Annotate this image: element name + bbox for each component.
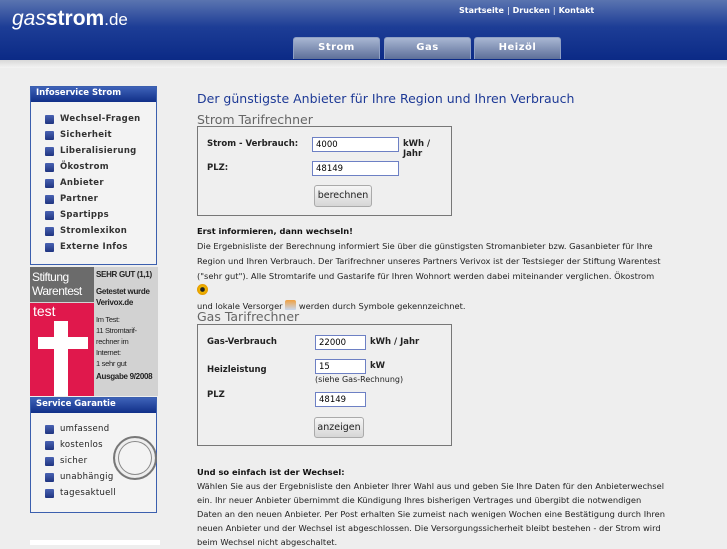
wechsel-text: Wählen Sie aus der Ergebnisliste den Anb… xyxy=(197,481,666,547)
anzeigen-button[interactable]: anzeigen xyxy=(314,417,364,438)
wechsel-section: Und so einfach ist der Wechsel: Wählen S… xyxy=(197,465,667,549)
warentest-detail-line: Im Test: xyxy=(96,315,120,324)
strom-verbrauch-input[interactable] xyxy=(312,137,399,152)
sidebar-item-label: Partner xyxy=(60,194,99,204)
service-garantie-box: Service Garantie umfassend kostenlos siche… xyxy=(30,397,157,513)
sidebar-item[interactable]: Externe Infos xyxy=(31,239,156,255)
bullet-icon xyxy=(45,146,54,156)
gas-plz-label: PLZ xyxy=(207,390,225,400)
bottom-banner xyxy=(30,540,160,545)
bullet-icon xyxy=(45,456,54,466)
oekostrom-sun-icon xyxy=(197,284,208,295)
bullet-icon xyxy=(45,440,54,450)
strom-plz-label: PLZ: xyxy=(207,163,229,173)
garantie-item-label: tagesaktuell xyxy=(60,488,116,498)
logo-tld: .de xyxy=(104,10,128,29)
garantie-stamp-icon xyxy=(113,436,157,480)
bullet-icon xyxy=(45,210,54,220)
strom-verbrauch-label: Strom - Verbrauch: xyxy=(207,139,299,149)
bullet-icon xyxy=(45,488,54,498)
garantie-title: Service Garantie xyxy=(31,398,156,413)
sidebar-item[interactable]: Spartipps xyxy=(31,207,156,223)
warentest-details: SEHR GUT (1,1) Getestet wurde Verivox.de… xyxy=(96,269,158,382)
sidebar-item-label: Stromlexikon xyxy=(60,226,128,236)
sidebar-item-label: Wechsel-Fragen xyxy=(60,114,141,124)
link-drucken[interactable]: Drucken xyxy=(513,6,550,15)
heizleistung-label: Heizleistung xyxy=(207,365,267,375)
sidebar-item-label: Ökostrom xyxy=(60,162,109,172)
garantie-item-label: sicher xyxy=(60,456,88,466)
garantie-item-label: kostenlos xyxy=(60,440,103,450)
bullet-icon xyxy=(45,130,54,140)
bullet-icon xyxy=(45,162,54,172)
warentest-brand: Stiftung Warentest xyxy=(30,267,94,302)
sidebar-item[interactable]: Stromlexikon xyxy=(31,223,156,239)
warentest-detail-line: Internet: xyxy=(96,348,121,357)
tab-gas[interactable]: Gas xyxy=(384,37,471,59)
logo-prefix: gas xyxy=(12,7,46,30)
gas-form: Gas-Verbrauch kWh / Jahr Heizleistung kW… xyxy=(197,324,452,446)
heizleistung-input[interactable] xyxy=(315,359,366,374)
bullet-icon xyxy=(45,242,54,252)
bullet-icon xyxy=(45,424,54,434)
sidebar-item-label: Spartipps xyxy=(60,210,110,220)
bullet-icon xyxy=(45,194,54,204)
garantie-item-label: umfassend xyxy=(60,424,110,434)
logo[interactable]: gasstrom.de xyxy=(12,7,128,31)
bullet-icon xyxy=(45,226,54,236)
wechsel-heading: Und so einfach ist der Wechsel: xyxy=(197,467,345,477)
link-startseite[interactable]: Startseite xyxy=(459,6,504,15)
warentest-detail-line: 11 Stromtarif- xyxy=(96,326,137,335)
top-links: Startseite | Drucken | Kontakt xyxy=(459,6,595,15)
link-kontakt[interactable]: Kontakt xyxy=(559,6,595,15)
gas-verbrauch-unit: kWh / Jahr xyxy=(370,337,420,347)
heizleistung-hint: (siehe Gas-Rechnung) xyxy=(315,375,404,384)
sidebar-item[interactable]: Sicherheit xyxy=(31,127,156,143)
gas-heading: Gas Tarifrechner xyxy=(197,309,300,324)
info-text-3: werden durch Symbole gekennzeichnet. xyxy=(298,301,466,311)
warentest-detail-line: 1 sehr gut xyxy=(96,359,127,368)
berechnen-button[interactable]: berechnen xyxy=(314,185,372,207)
info-text: Die Ergebnisliste der Berechnung informi… xyxy=(197,241,661,281)
sidebar-item-label: Externe Infos xyxy=(60,242,128,252)
sidebar-item-label: Anbieter xyxy=(60,178,104,188)
header-divider xyxy=(0,60,727,68)
bullet-icon xyxy=(45,178,54,188)
sidebar-item-label: Sicherheit xyxy=(60,130,112,140)
page-title: Der günstigste Anbieter für Ihre Region … xyxy=(197,91,575,106)
strom-verbrauch-unit: kWh / Jahr xyxy=(403,139,431,159)
garantie-item-label: unabhängig xyxy=(60,472,114,482)
heizleistung-unit: kW xyxy=(370,361,386,371)
sidebar-item[interactable]: Wechsel-Fragen xyxy=(31,111,156,127)
gas-plz-input[interactable] xyxy=(315,392,366,407)
info-heading: Erst informieren, dann wechseln! xyxy=(197,226,353,236)
garantie-item[interactable]: umfassend xyxy=(31,421,156,437)
infoservice-box: Infoservice Strom Wechsel-Fragen Sicherhe… xyxy=(30,86,157,265)
info-section: Erst informieren, dann wechseln! Die Erg… xyxy=(197,224,667,314)
tab-strom[interactable]: Strom xyxy=(293,37,380,59)
bullet-icon xyxy=(45,472,54,482)
infoservice-title: Infoservice Strom xyxy=(31,87,156,102)
warentest-detail-line: rechner im xyxy=(96,337,129,346)
sidebar-item[interactable]: Liberalisierung xyxy=(31,143,156,159)
strom-plz-input[interactable] xyxy=(312,161,399,176)
gas-verbrauch-label: Gas-Verbrauch xyxy=(207,337,277,347)
bullet-icon xyxy=(45,114,54,124)
warentest-logo: test xyxy=(30,303,94,396)
sidebar-item[interactable]: Anbieter xyxy=(31,175,156,191)
sidebar-item-label: Liberalisierung xyxy=(60,146,137,156)
garantie-item[interactable]: tagesaktuell xyxy=(31,485,156,501)
tab-heizoel[interactable]: Heizöl xyxy=(474,37,561,59)
strom-heading: Strom Tarifrechner xyxy=(197,112,313,127)
sidebar-item[interactable]: Ökostrom xyxy=(31,159,156,175)
stiftung-warentest-badge[interactable]: Stiftung Warentest test SEHR GUT (1,1) Ge… xyxy=(30,267,158,396)
sidebar-item[interactable]: Partner xyxy=(31,191,156,207)
strom-form: Strom - Verbrauch: kWh / Jahr PLZ: berec… xyxy=(197,126,452,216)
gas-verbrauch-input[interactable] xyxy=(315,335,366,350)
logo-main: strom xyxy=(45,7,105,30)
